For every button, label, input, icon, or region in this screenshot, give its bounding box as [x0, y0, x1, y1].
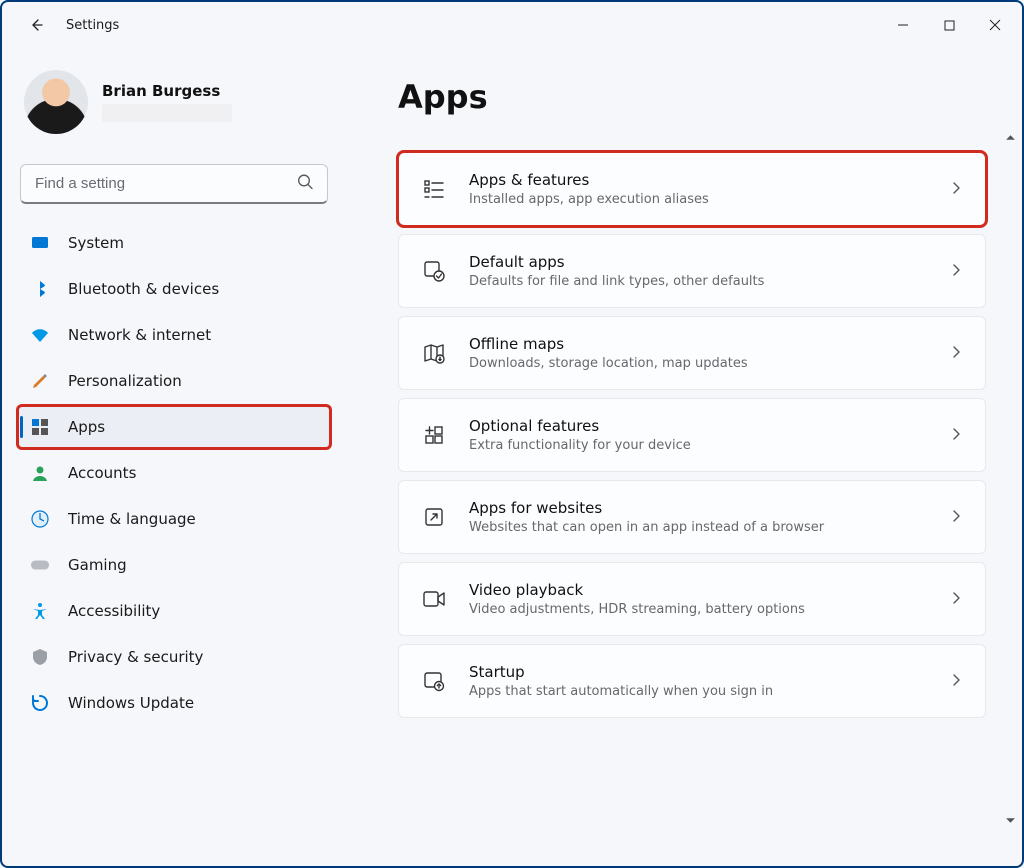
card-apps-features[interactable]: Apps & features Installed apps, app exec…	[398, 152, 986, 226]
controller-icon	[30, 555, 50, 575]
sidebar-item-label: Accounts	[68, 464, 136, 482]
card-subtitle: Installed apps, app execution aliases	[469, 192, 709, 207]
card-title: Default apps	[469, 253, 764, 271]
open-in-app-icon	[421, 504, 447, 530]
card-title: Offline maps	[469, 335, 748, 353]
card-apps-websites[interactable]: Apps for websites Websites that can open…	[398, 480, 986, 554]
back-button[interactable]	[20, 9, 52, 41]
card-optional-features[interactable]: Optional features Extra functionality fo…	[398, 398, 986, 472]
search-box[interactable]	[20, 164, 328, 204]
sidebar-item-label: Accessibility	[68, 602, 160, 620]
page-title: Apps	[398, 78, 998, 116]
card-default-apps[interactable]: Default apps Defaults for file and link …	[398, 234, 986, 308]
chevron-right-icon	[949, 426, 963, 445]
sidebar-item-label: Privacy & security	[68, 648, 203, 666]
window-buttons	[880, 5, 1018, 45]
scroll-down-icon	[1005, 815, 1016, 826]
card-startup[interactable]: Startup Apps that start automatically wh…	[398, 644, 986, 718]
chevron-right-icon	[949, 508, 963, 527]
card-title: Startup	[469, 663, 773, 681]
card-subtitle: Websites that can open in an app instead…	[469, 520, 824, 535]
sidebar-nav: System Bluetooth & devices Network & int…	[18, 222, 330, 724]
chevron-right-icon	[949, 590, 963, 609]
chevron-right-icon	[949, 344, 963, 363]
card-subtitle: Apps that start automatically when you s…	[469, 684, 773, 699]
clock-globe-icon	[30, 509, 50, 529]
card-title: Optional features	[469, 417, 691, 435]
maximize-button[interactable]	[926, 5, 972, 45]
window-title: Settings	[66, 18, 119, 33]
card-title: Video playback	[469, 581, 805, 599]
card-title: Apps & features	[469, 171, 709, 189]
search-icon	[297, 174, 314, 195]
brush-icon	[30, 371, 50, 391]
default-apps-icon	[421, 258, 447, 284]
sidebar-item-bluetooth[interactable]: Bluetooth & devices	[18, 268, 330, 310]
sidebar-item-label: Gaming	[68, 556, 127, 574]
sidebar-item-label: Time & language	[68, 510, 196, 528]
sidebar-item-label: Windows Update	[68, 694, 194, 712]
maximize-icon	[944, 20, 955, 31]
card-offline-maps[interactable]: Offline maps Downloads, storage location…	[398, 316, 986, 390]
person-icon	[30, 463, 50, 483]
sidebar-item-system[interactable]: System	[18, 222, 330, 264]
card-subtitle: Defaults for file and link types, other …	[469, 274, 764, 289]
sidebar-item-label: System	[68, 234, 124, 252]
sidebar-item-gaming[interactable]: Gaming	[18, 544, 330, 586]
sidebar-item-accessibility[interactable]: Accessibility	[18, 590, 330, 632]
minimize-button[interactable]	[880, 5, 926, 45]
titlebar: Settings	[2, 2, 1022, 48]
sidebar-item-update[interactable]: Windows Update	[18, 682, 330, 724]
chevron-right-icon	[949, 672, 963, 691]
sidebar-item-network[interactable]: Network & internet	[18, 314, 330, 356]
sidebar-item-label: Apps	[68, 418, 105, 436]
search-input[interactable]	[20, 164, 328, 204]
card-subtitle: Downloads, storage location, map updates	[469, 356, 748, 371]
minimize-icon	[897, 19, 909, 31]
map-icon	[421, 340, 447, 366]
settings-card-list: Apps & features Installed apps, app exec…	[398, 152, 998, 718]
bluetooth-icon	[30, 279, 50, 299]
grid-add-icon	[421, 422, 447, 448]
profile-name: Brian Burgess	[102, 82, 232, 100]
chevron-right-icon	[949, 180, 963, 199]
card-subtitle: Extra functionality for your device	[469, 438, 691, 453]
card-title: Apps for websites	[469, 499, 824, 517]
scrollbar[interactable]	[1002, 2, 1018, 866]
close-icon	[989, 19, 1001, 31]
sidebar: Brian Burgess System Bluetooth & devices…	[4, 48, 344, 866]
card-video-playback[interactable]: Video playback Video adjustments, HDR st…	[398, 562, 986, 636]
sidebar-item-personalization[interactable]: Personalization	[18, 360, 330, 402]
sidebar-item-time[interactable]: Time & language	[18, 498, 330, 540]
avatar	[24, 70, 88, 134]
sidebar-item-privacy[interactable]: Privacy & security	[18, 636, 330, 678]
sidebar-item-label: Network & internet	[68, 326, 211, 344]
apps-icon	[30, 417, 50, 437]
shield-icon	[30, 647, 50, 667]
accessibility-icon	[30, 601, 50, 621]
list-icon	[421, 176, 447, 202]
scroll-up-icon	[1005, 132, 1016, 143]
sidebar-item-apps[interactable]: Apps	[18, 406, 330, 448]
main-content: Apps Apps & features Installed apps, app…	[344, 48, 1022, 866]
arrow-left-icon	[28, 17, 44, 33]
display-icon	[30, 233, 50, 253]
video-icon	[421, 586, 447, 612]
sidebar-item-label: Personalization	[68, 372, 182, 390]
profile-block[interactable]: Brian Burgess	[18, 64, 330, 156]
chevron-right-icon	[949, 262, 963, 281]
sidebar-item-label: Bluetooth & devices	[68, 280, 219, 298]
update-icon	[30, 693, 50, 713]
wifi-icon	[30, 325, 50, 345]
startup-icon	[421, 668, 447, 694]
profile-email-placeholder	[102, 104, 232, 122]
sidebar-item-accounts[interactable]: Accounts	[18, 452, 330, 494]
card-subtitle: Video adjustments, HDR streaming, batter…	[469, 602, 805, 617]
